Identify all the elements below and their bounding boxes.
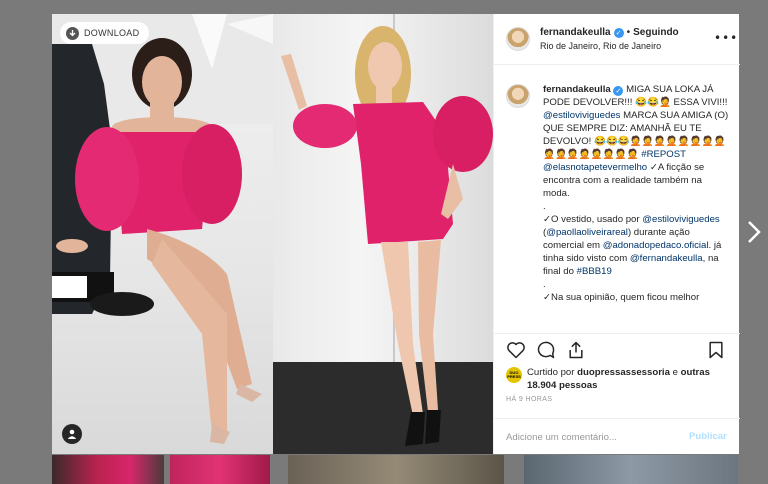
mention-link[interactable]: @elasnotapetevermelho [543, 162, 647, 173]
thumbnail-image[interactable] [170, 455, 270, 484]
mention-link[interactable]: @adonadopedaco.oficial [603, 240, 709, 251]
comment-input[interactable] [506, 429, 676, 445]
thumbnail-image[interactable] [52, 455, 164, 484]
thumbnail-image[interactable] [524, 455, 738, 484]
hashtag-link[interactable]: #BBB19 [577, 266, 612, 277]
liker-username-link[interactable]: duopressassessoria [577, 367, 670, 378]
heart-icon[interactable] [506, 340, 526, 360]
avatar[interactable]: DUO PRESS [506, 367, 522, 383]
photo-right-panel [273, 14, 493, 454]
share-icon[interactable] [566, 340, 586, 360]
hashtag-link[interactable]: #REPOST [641, 149, 686, 160]
post-header: fernandakeulla ✓ • Seguindo Rio de Janei… [494, 14, 740, 65]
verified-badge-icon: ✓ [613, 86, 624, 96]
post-timestamp[interactable]: HÁ 9 HORAS [506, 396, 552, 403]
verified-badge-icon: ✓ [613, 27, 624, 38]
avatar[interactable] [506, 84, 530, 108]
mention-link[interactable]: @paollaoliveirareal [546, 227, 628, 238]
username-link[interactable]: fernandakeulla [540, 27, 611, 38]
thumbnail-image[interactable] [288, 455, 504, 484]
comment-form: Publicar [494, 418, 740, 455]
caption-text: ✓O vestido, usado por [543, 214, 640, 225]
comments-list[interactable]: fernandakeulla ✓ MIGA SUA LOKA JÁ PODE D… [494, 65, 740, 333]
comment-icon[interactable] [536, 340, 556, 360]
caption-text: ✓Na sua opinião, quem ficou melhor [543, 292, 700, 303]
photo-left-panel [52, 14, 273, 454]
bookmark-icon[interactable] [706, 340, 726, 360]
following-button[interactable]: Seguindo [633, 27, 679, 38]
location-link[interactable]: Rio de Janeiro, Rio de Janeiro [540, 41, 661, 51]
caption-username-link[interactable]: fernandakeulla [543, 84, 611, 95]
likes-conjunction: e [672, 367, 678, 378]
post-caption: fernandakeulla ✓ MIGA SUA LOKA JÁ PODE D… [543, 83, 729, 304]
mention-link[interactable]: @estiloviviguedes [642, 214, 719, 225]
header-separator: • [626, 27, 631, 38]
post-image[interactable]: DOWNLOAD [52, 14, 493, 454]
post-actions: DUO PRESS Curtido por duopressassessoria… [494, 333, 740, 454]
likes-summary: DUO PRESS Curtido por duopressassessoria… [506, 366, 731, 392]
caption-text: . [543, 201, 546, 212]
mention-link[interactable]: @estiloviviguedes [543, 110, 620, 121]
post-details-panel: fernandakeulla ✓ • Seguindo Rio de Janei… [493, 14, 740, 454]
avatar[interactable] [506, 27, 530, 51]
chevron-right-icon[interactable] [744, 220, 764, 248]
caption-text: . [543, 279, 546, 290]
user-tag-icon[interactable] [62, 424, 82, 444]
download-button[interactable]: DOWNLOAD [60, 22, 150, 44]
background-thumbnail-grid [0, 455, 768, 484]
download-icon [66, 26, 79, 40]
more-options-icon[interactable]: ••• [714, 32, 738, 44]
publish-button[interactable]: Publicar [689, 431, 727, 442]
post-modal: DOWNLOAD fernandakeulla ✓ • Seguindo Rio… [52, 14, 740, 454]
mention-link[interactable]: @fernandakeulla [630, 253, 703, 264]
download-label: DOWNLOAD [84, 28, 140, 38]
likes-prefix: Curtido por [527, 367, 575, 378]
